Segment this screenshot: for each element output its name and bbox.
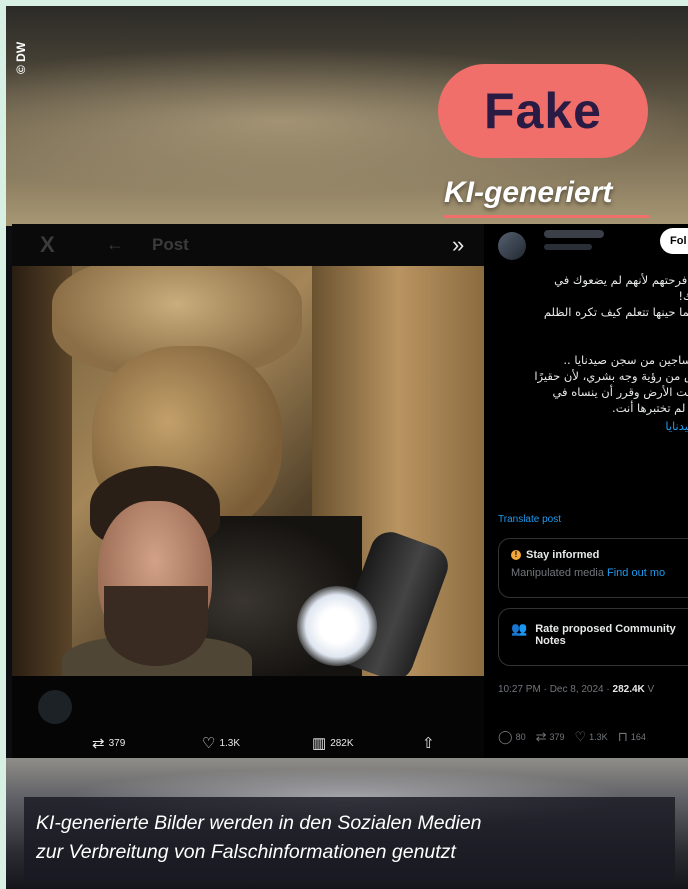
reply-icon: ◯ <box>498 729 513 744</box>
fake-badge-label: Fake <box>484 83 602 139</box>
follow-button[interactable]: Fol <box>660 228 688 254</box>
screenshot-frame: © DW Fake KI-generiert X ← Post » ⇄ 379 … <box>0 0 688 889</box>
author-name-blurred <box>544 230 604 238</box>
fake-badge: Fake <box>438 64 648 158</box>
community-notes-line1: Rate proposed Community <box>535 623 676 635</box>
image-caption: KI-generierte Bilder werden in den Sozia… <box>24 797 675 882</box>
like-count: 1.3K <box>219 737 241 749</box>
avatar <box>38 690 72 724</box>
stay-informed-notice: ! Stay informed Manipulated media Find o… <box>498 538 688 598</box>
post-text-line: ربما حينها تتعلم كيف تكره الظلم <box>543 305 688 319</box>
social-post-screenshot: X ← Post » ⇄ 379 ♡ 1.3K ▥ 282K ⇧ Fol م ف… <box>12 224 688 758</box>
expand-icon[interactable]: » <box>452 232 464 258</box>
repost-button[interactable]: ⇄ 379 <box>92 734 125 752</box>
like-button[interactable]: ♡ 1.3K <box>575 729 608 745</box>
post-timestamp: 10:27 PM · Dec 8, 2024 · <box>498 684 613 695</box>
reply-button[interactable]: ◯ 80 <box>498 729 526 745</box>
heart-icon: ♡ <box>574 729 587 744</box>
like-button[interactable]: ♡ 1.3K <box>202 734 240 752</box>
reply-count: 80 <box>515 732 526 742</box>
post-text-line: وك! <box>678 289 688 303</box>
post-meta: 10:27 PM · Dec 8, 2024 · 282.4K V <box>498 684 654 695</box>
post-text-line: ش من رؤية وجه بشري، لأن حقيرًا <box>534 369 688 383</box>
post-header: X ← Post » <box>12 224 484 266</box>
views-count: 282K <box>330 737 354 749</box>
post-action-bar: ⇄ 379 ♡ 1.3K ▥ 282K ⇧ <box>12 676 484 758</box>
post-text-line: مساجين من سجن صيدنايا .. <box>563 353 688 367</box>
ai-generated-photo[interactable] <box>12 266 484 676</box>
community-notes-icon: 👥 <box>511 621 528 636</box>
notice-body: Manipulated media <box>511 567 604 579</box>
warning-icon: ! <box>511 550 521 560</box>
author-handle-blurred <box>544 244 592 250</box>
post-text-line: م فرحتهم لأنهم لم يضعوك في <box>554 273 688 287</box>
repost-icon: ⇄ <box>535 729 547 744</box>
flashlight <box>297 586 377 666</box>
post-meta-suffix: V <box>644 684 655 695</box>
find-out-more-link[interactable]: Find out mo <box>607 567 665 579</box>
notice-title: Stay informed <box>526 549 600 561</box>
post-views: 282.4K <box>612 684 645 695</box>
bookmark-count: 164 <box>630 732 646 742</box>
hashtag-link[interactable]: صيدنايا <box>484 418 688 434</box>
ki-generated-label: KI-generiert <box>444 176 613 209</box>
x-logo-icon[interactable]: X <box>40 232 55 258</box>
bookmark-button[interactable]: ⊓ 164 <box>618 729 646 745</box>
like-count: 1.3K <box>589 732 608 742</box>
repost-button[interactable]: ⇄ 379 <box>536 729 565 745</box>
community-notes-box[interactable]: 👥 Rate proposed Community Notes <box>498 608 688 666</box>
post-text-line: تحت الأرض وقرر أن ينساه في <box>552 385 688 399</box>
community-notes-line2: Notes <box>535 635 566 647</box>
copyright-credit: © DW <box>14 41 28 74</box>
caption-line1: KI-generierte Bilder werden in den Sozia… <box>36 812 482 834</box>
author-avatar[interactable] <box>498 232 526 260</box>
views-button[interactable]: ▥ 282K <box>312 734 354 752</box>
post-sidebar-actions: ◯ 80 ⇄ 379 ♡ 1.3K ⊓ 164 <box>498 729 646 745</box>
back-arrow-icon[interactable]: ← <box>106 234 124 255</box>
repost-count: 379 <box>549 732 565 742</box>
share-icon: ⇧ <box>422 735 435 752</box>
post-title: Post <box>152 235 189 254</box>
heart-icon: ♡ <box>202 735 216 752</box>
post-text-line: ي لم تختبرها أنت. <box>612 401 688 415</box>
bookmark-icon: ⊓ <box>617 729 628 744</box>
translate-post-link[interactable]: Translate post <box>498 514 561 525</box>
views-icon: ▥ <box>312 735 327 752</box>
post-sidebar: Fol م فرحتهم لأنهم لم يضعوك في وك! ربما … <box>484 224 688 758</box>
repost-icon: ⇄ <box>92 735 105 752</box>
repost-count: 379 <box>108 737 126 749</box>
ki-label-underline <box>444 215 650 218</box>
caption-line2: zur Verbreitung von Falschinformationen … <box>36 841 456 863</box>
share-button[interactable]: ⇧ <box>422 734 435 752</box>
